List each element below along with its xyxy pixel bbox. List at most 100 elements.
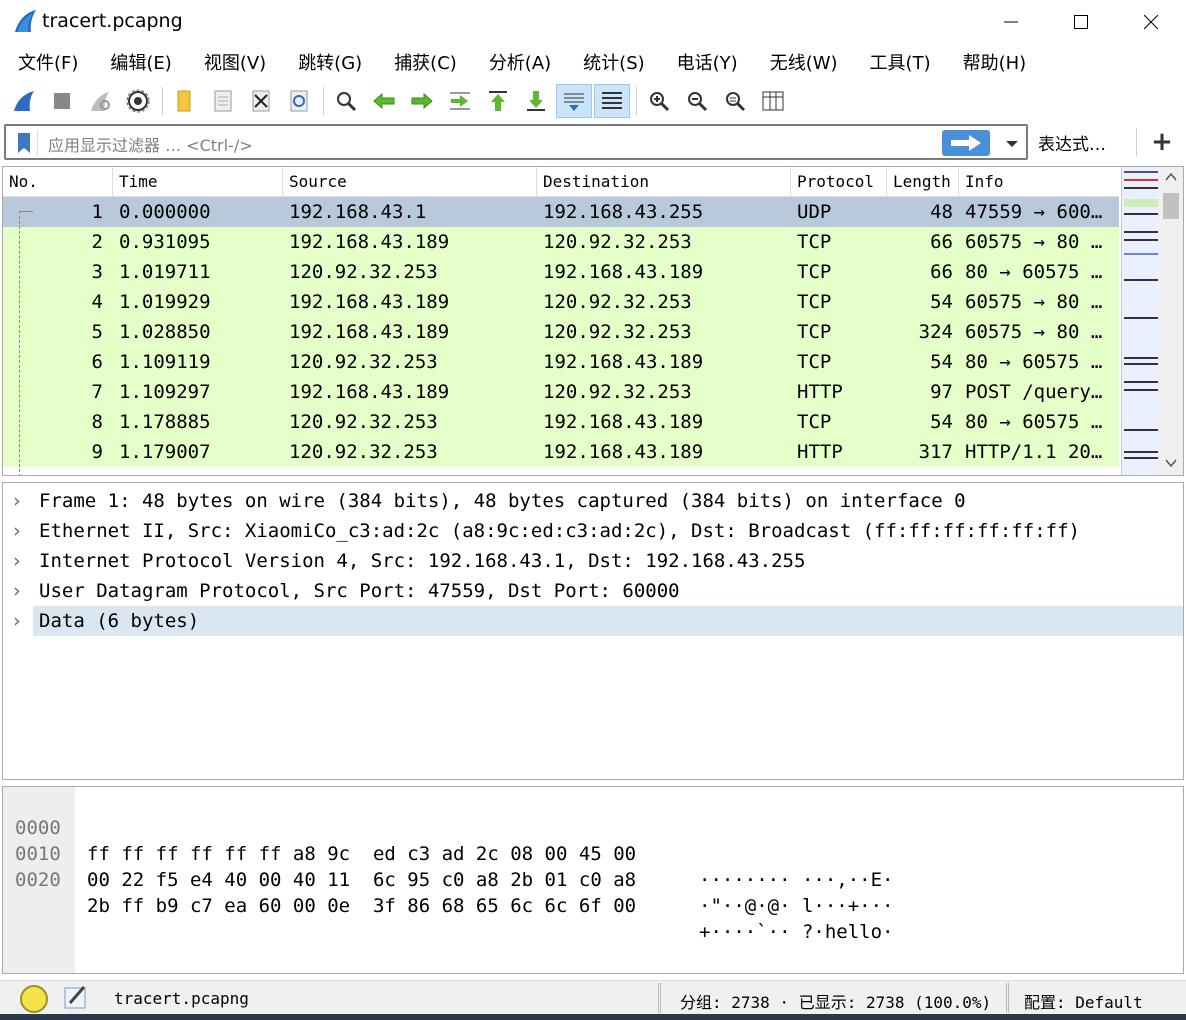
- expert-info-led-icon[interactable]: [20, 985, 48, 1013]
- restart-capture-button[interactable]: [82, 84, 118, 118]
- first-packet-icon: [489, 91, 507, 111]
- toolbar-separator: [636, 87, 637, 115]
- close-button[interactable]: [1116, 0, 1186, 44]
- go-to-packet-button[interactable]: [442, 84, 478, 118]
- restart-icon: [91, 92, 110, 111]
- first-packet-button[interactable]: [480, 84, 516, 118]
- hex-row[interactable]: 0010 00 22 f5 e4 40 00 40 11 6c 95 c0 a8…: [3, 815, 893, 917]
- colorize-toggle[interactable]: [594, 84, 630, 118]
- scroll-down-icon[interactable]: [1165, 459, 1177, 467]
- hex-bytes[interactable]: ff ff ff ff ff ff a8 9c ed c3 ad 2c 08 0…: [87, 841, 636, 867]
- capture-comment-icon[interactable]: [62, 983, 90, 1011]
- column-header-destination[interactable]: Destination: [537, 167, 791, 197]
- detail-text: Internet Protocol Version 4, Src: 192.16…: [39, 550, 806, 572]
- scroll-up-icon[interactable]: [1165, 173, 1177, 181]
- expand-chevron-icon[interactable]: ›: [11, 486, 27, 516]
- column-header-source[interactable]: Source: [283, 167, 537, 197]
- menu-help[interactable]: 帮助(H): [955, 49, 1035, 75]
- menu-analyze[interactable]: 分析(A): [481, 49, 559, 75]
- hex-bytes[interactable]: 2b ff b9 c7 ea 60 00 0e 3f 86 68 65 6c 6…: [87, 893, 636, 919]
- menu-view[interactable]: 视图(V): [196, 49, 274, 75]
- forward-arrow-icon: [411, 92, 433, 110]
- detail-row-ipv4[interactable]: › Internet Protocol Version 4, Src: 192.…: [3, 546, 1183, 576]
- detail-row-data[interactable]: › Data (6 bytes): [11, 606, 1183, 636]
- menu-go[interactable]: 跳转(G): [290, 49, 370, 75]
- packet-minimap[interactable]: [1121, 167, 1159, 475]
- packet-info: 60575 → 80 …: [965, 321, 1103, 343]
- go-back-button[interactable]: [366, 84, 402, 118]
- menu-statistics[interactable]: 统计(S): [575, 49, 652, 75]
- expand-chevron-icon[interactable]: ›: [11, 546, 27, 576]
- zoom-out-button[interactable]: [679, 84, 715, 118]
- hex-ascii[interactable]: ········ ···,··E·: [699, 867, 893, 893]
- hex-row[interactable]: 0000 ff ff ff ff ff ff a8 9c ed c3 ad 2c…: [3, 789, 893, 891]
- packet-list-scrollbar[interactable]: [1159, 167, 1183, 475]
- filter-bookmark-button[interactable]: [10, 130, 38, 156]
- reload-file-button[interactable]: [281, 84, 317, 118]
- status-profile[interactable]: 配置: Default: [1024, 989, 1143, 1013]
- packet-protocol: TCP: [797, 411, 832, 433]
- stop-capture-button[interactable]: [44, 84, 80, 118]
- packet-row[interactable]: 7 1.109297 192.168.43.189 120.92.32.253 HTTP…: [3, 377, 1119, 407]
- filter-history-dropdown[interactable]: [1000, 132, 1024, 156]
- column-header-length[interactable]: Length: [887, 167, 959, 197]
- capture-options-button[interactable]: [120, 84, 156, 118]
- detail-row-ethernet[interactable]: › Ethernet II, Src: XiaomiCo_c3:ad:2c (a…: [3, 516, 1183, 546]
- add-filter-button[interactable]: +: [1144, 124, 1180, 160]
- status-separator: [658, 983, 661, 1013]
- menu-edit[interactable]: 编辑(E): [102, 49, 179, 75]
- packet-row[interactable]: 9 1.179007 120.92.32.253 192.168.43.189 HTTP…: [3, 437, 1119, 467]
- save-file-button[interactable]: [205, 84, 241, 118]
- detail-row-udp[interactable]: › User Datagram Protocol, Src Port: 4755…: [3, 576, 1183, 606]
- column-header-info[interactable]: Info: [959, 167, 1119, 197]
- zoom-normal-button[interactable]: [717, 84, 753, 118]
- menu-tools[interactable]: 工具(T): [862, 49, 939, 75]
- hex-bytes[interactable]: 00 22 f5 e4 40 00 40 11 6c 95 c0 a8 2b 0…: [87, 867, 636, 893]
- menu-wireless[interactable]: 无线(W): [762, 49, 846, 75]
- find-packet-button[interactable]: [328, 84, 364, 118]
- expand-chevron-icon[interactable]: ›: [11, 576, 27, 606]
- display-filter-input[interactable]: 应用显示过滤器 … <Ctrl-/>: [4, 124, 1028, 160]
- menu-file[interactable]: 文件(F): [0, 49, 86, 75]
- close-file-icon: [252, 90, 270, 112]
- packet-row[interactable]: 8 1.178885 120.92.32.253 192.168.43.189 TCP 5…: [3, 407, 1119, 437]
- packet-row[interactable]: 2 0.931095 192.168.43.189 120.92.32.253 TCP 6…: [3, 227, 1119, 257]
- packet-source: 120.92.32.253: [289, 441, 438, 463]
- hex-row[interactable]: 0020 2b ff b9 c7 ea 60 00 0e 3f 86 68 65…: [3, 841, 893, 943]
- zoom-in-button[interactable]: [641, 84, 677, 118]
- last-packet-button[interactable]: [518, 84, 554, 118]
- packet-length: 317: [918, 441, 953, 463]
- hex-ascii[interactable]: ·"··@·@· l···+···: [699, 893, 893, 919]
- expression-button[interactable]: 表达式…: [1038, 130, 1106, 155]
- packet-row[interactable]: 3 1.019711 120.92.32.253 192.168.43.189 TCP 6…: [3, 257, 1119, 287]
- minimize-button[interactable]: [976, 0, 1046, 44]
- packet-row[interactable]: 5 1.028850 192.168.43.189 120.92.32.253 TCP 3…: [3, 317, 1119, 347]
- open-file-button[interactable]: [167, 84, 203, 118]
- menu-telephony[interactable]: 电话(Y): [669, 49, 746, 75]
- packet-no: 2: [91, 231, 103, 253]
- packet-row[interactable]: 4 1.019929 192.168.43.189 120.92.32.253 TCP 5…: [3, 287, 1119, 317]
- minimap-mark: [1124, 179, 1158, 181]
- hex-ascii[interactable]: +····`·· ?·hello·: [699, 919, 893, 945]
- expand-chevron-icon[interactable]: ›: [11, 606, 27, 636]
- column-header-protocol[interactable]: Protocol: [791, 167, 887, 197]
- maximize-button[interactable]: [1046, 0, 1116, 44]
- packet-source: 120.92.32.253: [289, 351, 438, 373]
- close-file-button[interactable]: [243, 84, 279, 118]
- go-forward-button[interactable]: [404, 84, 440, 118]
- packet-protocol: TCP: [797, 231, 832, 253]
- packet-source: 192.168.43.189: [289, 381, 450, 403]
- autoscroll-toggle[interactable]: [556, 84, 592, 118]
- resize-columns-button[interactable]: [755, 84, 791, 118]
- packet-row[interactable]: 1 0.000000 192.168.43.1 192.168.43.255 UDP 48…: [3, 197, 1119, 227]
- start-capture-button[interactable]: [6, 84, 42, 118]
- column-header-time[interactable]: Time: [113, 167, 283, 197]
- scrollbar-thumb[interactable]: [1163, 193, 1179, 219]
- apply-filter-button[interactable]: [942, 130, 990, 156]
- packet-row[interactable]: 6 1.109119 120.92.32.253 192.168.43.189 TCP 5…: [3, 347, 1119, 377]
- expand-chevron-icon[interactable]: ›: [11, 516, 27, 546]
- column-header-no[interactable]: No.: [3, 167, 113, 197]
- packet-protocol: TCP: [797, 291, 832, 313]
- menu-capture[interactable]: 捕获(C): [386, 49, 465, 75]
- detail-row-frame[interactable]: › Frame 1: 48 bytes on wire (384 bits), …: [3, 486, 1183, 516]
